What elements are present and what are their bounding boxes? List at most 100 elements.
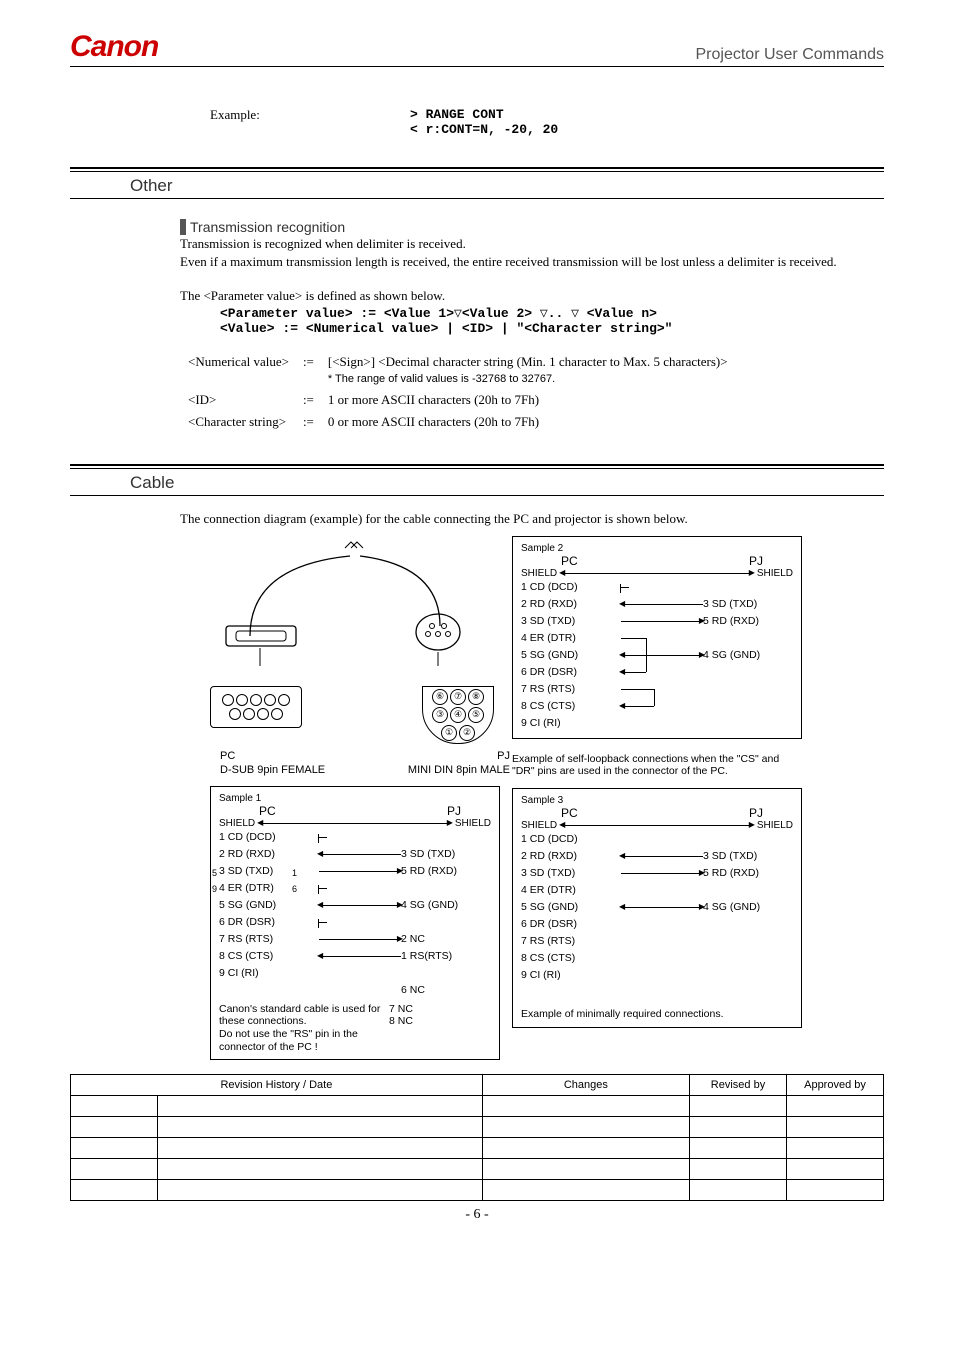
rev-h2: Changes <box>482 1075 689 1096</box>
pj-label: PJ <box>447 804 461 818</box>
table-row <box>71 1159 884 1180</box>
def-key: <Numerical value> <box>182 352 295 388</box>
table-row <box>71 1117 884 1138</box>
pin: 4 ER (DTR) <box>219 882 319 894</box>
pin: 6 DR (DSR) <box>521 666 621 678</box>
def-line2: <Value> := <Numerical value> | <ID> | "<… <box>220 321 874 336</box>
shield-label: SHIELD <box>757 820 793 831</box>
def-val: [<Sign>] <Decimal character string (Min.… <box>328 354 728 369</box>
sample1-box: Sample 1 PCPJ SHIELD SHIELD 1 CD (DCD) 2… <box>210 786 500 1060</box>
shield-label: SHIELD <box>757 568 793 579</box>
pin: 3 SD (TXD) <box>521 615 621 627</box>
pin: 8 NC <box>389 1015 413 1028</box>
table-row: <Numerical value> := [<Sign>] <Decimal c… <box>182 352 734 388</box>
sample3-note: Example of minimally required connection… <box>521 1008 793 1021</box>
pin: 9 CI (RI) <box>521 969 621 981</box>
sample2-box: Sample 2 PC PJ SHIELD SHIELD 1 CD (DCD) 2… <box>512 536 802 739</box>
pj-label: PJ <box>749 554 763 568</box>
pin: 7 RS (RTS) <box>521 935 621 947</box>
table-row <box>71 1180 884 1201</box>
section-rule-thin <box>70 198 884 199</box>
pin: 5 RD (RXD) <box>401 865 491 877</box>
table-row <box>71 1138 884 1159</box>
def-note: * The range of valid values is -32768 to… <box>328 373 555 385</box>
rev-h3: Revised by <box>690 1075 787 1096</box>
pin: 8 CS (CTS) <box>521 952 621 964</box>
pin: 2 RD (RXD) <box>219 848 319 860</box>
shield-label: SHIELD <box>455 818 491 829</box>
section-cable-title: Cable <box>70 473 884 493</box>
minidin-icon: ⑥⑦⑧ ③④⑤ ①② <box>422 686 494 744</box>
revision-table: Revision History / Date Changes Revised … <box>70 1074 884 1201</box>
table-row: <Character string> := 0 or more ASCII ch… <box>182 412 734 432</box>
sample-label: Sample 2 <box>521 543 793 554</box>
pin: 3 SD (TXD) <box>703 598 793 610</box>
cable-intro: The connection diagram (example) for the… <box>70 510 884 528</box>
pin: 4 ER (DTR) <box>521 632 621 644</box>
pin: 6 NC <box>401 984 491 996</box>
pin: 1 CD (DCD) <box>521 581 621 593</box>
pin: 8 CS (CTS) <box>219 950 319 962</box>
sub-heading-transmission: Transmission recognition <box>180 219 874 235</box>
pin: 4 SG (GND) <box>703 901 793 913</box>
pin: 8 CS (CTS) <box>521 700 621 712</box>
other-body: Transmission recognition Transmission is… <box>70 219 884 434</box>
shield-label: SHIELD <box>521 568 557 579</box>
rev-h4: Approved by <box>787 1075 884 1096</box>
section-other-title: Other <box>70 176 884 196</box>
dsub-icon: 5 1 9 6 <box>210 686 302 728</box>
sample3-box: Sample 3 PCPJ SHIELD SHIELD 1 CD (DCD) 2… <box>512 788 802 1028</box>
pin: 6 DR (DSR) <box>219 916 319 928</box>
def-line1: <Parameter value> := <Value 1>▽<Value 2>… <box>220 306 874 321</box>
pin: 2 RD (RXD) <box>521 598 621 610</box>
pin: 4 SG (GND) <box>401 899 491 911</box>
pin: 7 NC <box>389 1003 413 1016</box>
pin: 4 SG (GND) <box>703 649 793 661</box>
pin: 1 RS(RTS) <box>401 950 491 962</box>
pin: 5 RD (RXD) <box>703 615 793 627</box>
shield-label: SHIELD <box>521 820 557 831</box>
pin: 3 SD (TXD) <box>703 850 793 862</box>
shield-label: SHIELD <box>219 818 255 829</box>
pin: 3 SD (TXD) <box>401 848 491 860</box>
pin: 5 SG (GND) <box>521 901 621 913</box>
minidin-label: MINI DIN 8pin MALE <box>408 764 510 776</box>
table-row <box>71 1096 884 1117</box>
pin: 7 RS (RTS) <box>219 933 319 945</box>
other-p1: Transmission is recognized when delimite… <box>180 235 874 253</box>
diagram-area: 5 1 9 6 ⑥⑦⑧ ③④⑤ ①② PC PJ D-SUB 9pin FEMA… <box>70 536 884 1060</box>
page-header: Canon Projector User Commands <box>70 30 884 67</box>
def-table: <Numerical value> := [<Sign>] <Decimal c… <box>180 350 736 434</box>
pj-label: PJ <box>497 750 510 762</box>
example-block: Example: > RANGE CONT < r:CONT=N, -20, 2… <box>210 107 884 137</box>
def-key: <ID> <box>182 390 295 410</box>
pin: 9 CI (RI) <box>521 717 621 729</box>
section-rule <box>70 167 884 172</box>
def-val: 0 or more ASCII characters (20h to 7Fh) <box>322 412 734 432</box>
pin: 2 NC <box>401 933 491 945</box>
doc-title: Projector User Commands <box>696 46 885 64</box>
def-val: 1 or more ASCII characters (20h to 7Fh) <box>322 390 734 410</box>
pin: 5 RD (RXD) <box>703 867 793 879</box>
pin: 5 SG (GND) <box>219 899 319 911</box>
cable-figure: 5 1 9 6 ⑥⑦⑧ ③④⑤ ①② PC PJ D-SUB 9pin FEMA… <box>210 536 500 776</box>
pin: 3 SD (TXD) <box>521 867 621 879</box>
pc-label: PC <box>561 554 578 568</box>
other-p2: Even if a maximum transmission length is… <box>180 253 874 271</box>
other-p3: The <Parameter value> is defined as show… <box>180 287 874 305</box>
pin: 3 SD (TXD) <box>219 865 319 877</box>
pc-label: PC <box>561 806 578 820</box>
pin: 4 ER (DTR) <box>521 884 621 896</box>
pin: 5 SG (GND) <box>521 649 621 661</box>
pc-label: PC <box>220 750 235 762</box>
pin: 1 CD (DCD) <box>219 831 319 843</box>
pc-label: PC <box>259 804 276 818</box>
example-label: Example: <box>210 107 410 137</box>
dsub-label: D-SUB 9pin FEMALE <box>220 764 325 776</box>
pin: 7 RS (RTS) <box>521 683 621 695</box>
def-op: := <box>297 390 320 410</box>
section-rule-thin <box>70 495 884 496</box>
def-key: <Character string> <box>182 412 295 432</box>
page-number: - 6 - <box>70 1207 884 1223</box>
def-op: := <box>297 412 320 432</box>
